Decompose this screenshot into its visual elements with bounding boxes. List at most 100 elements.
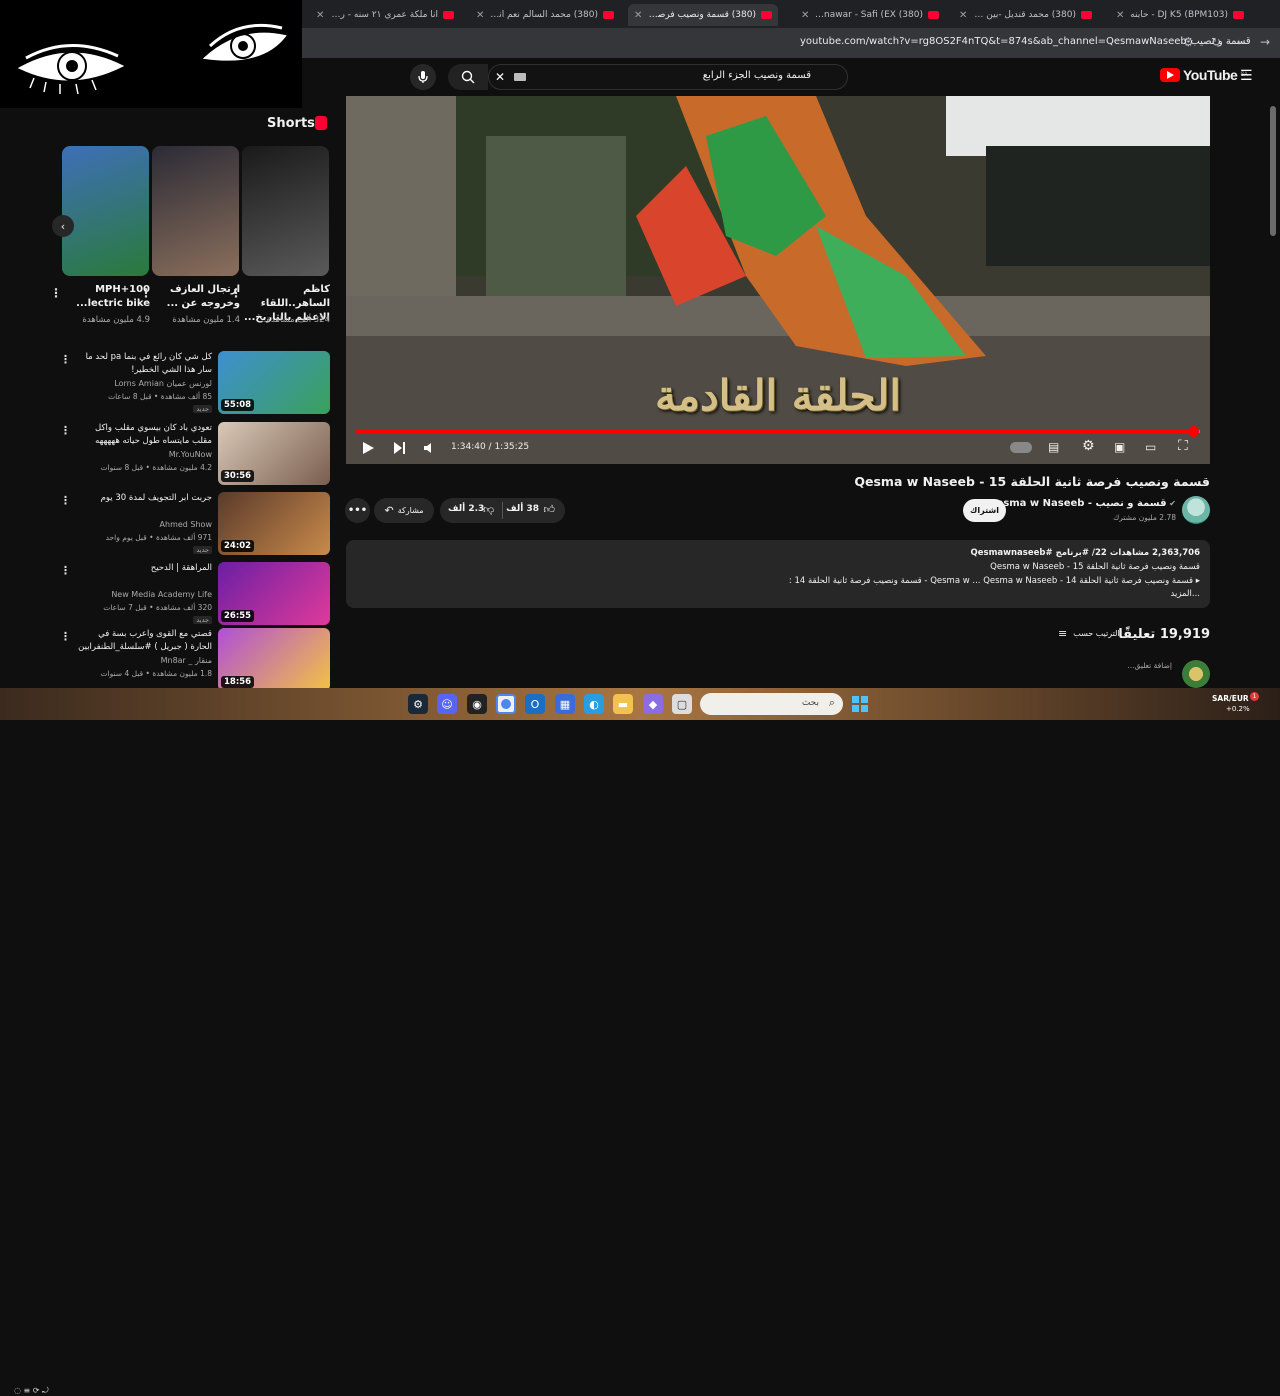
video-meta: 1.8 مليون مشاهدة • قبل 4 سنوات <box>100 669 212 678</box>
page-scrollbar[interactable] <box>1270 96 1276 688</box>
settings-icon[interactable]: ⚙ <box>1082 438 1095 454</box>
search-button[interactable] <box>448 64 488 90</box>
short-thumbnail[interactable] <box>152 146 239 276</box>
video-menu-icon[interactable]: ⋮ <box>60 494 71 507</box>
close-tab-icon[interactable]: ✕ <box>959 10 967 21</box>
close-tab-icon[interactable]: ✕ <box>1116 10 1124 21</box>
recommended-video[interactable]: 30:56 تعودي باد كان بيسوي مقلب واكل مقلب … <box>60 422 330 488</box>
steam-icon[interactable]: ⚙ <box>408 694 428 714</box>
show-more-link[interactable]: ...المزيد <box>1171 589 1201 599</box>
browser-tab[interactable]: (380) قسمة ونصيب فرصة ثانية ✕ <box>628 4 778 26</box>
recommended-video[interactable]: 24:02 جربت ابر التجويف لمدة 30 يوم Ahmed S… <box>60 492 330 558</box>
browser-tab[interactable]: (380) محمد السالم نعم انته - be ✕ <box>470 4 620 26</box>
keyboard-icon[interactable] <box>514 73 526 81</box>
miniplayer-icon[interactable]: ▣ <box>1114 440 1125 454</box>
back-icon[interactable]: → <box>1260 35 1270 49</box>
theater-icon[interactable]: ▭ <box>1145 440 1156 454</box>
like-count[interactable]: 38 ألف <box>506 504 539 514</box>
short-title[interactable]: MPH+100 lectric bike... <box>64 283 150 311</box>
close-tab-icon[interactable]: ✕ <box>316 10 324 21</box>
channel-name[interactable]: New Media Academy Life <box>74 590 212 599</box>
subscribe-button[interactable]: اشتراك <box>963 499 1006 522</box>
windows-start-icon[interactable] <box>850 694 870 714</box>
channel-name[interactable]: Mr.YouNow <box>74 450 212 459</box>
browser-tab[interactable]: (380) محمد قنديل -بين شطين ✕ <box>953 4 1098 26</box>
file-explorer-icon[interactable]: ▬ <box>613 694 633 714</box>
browser-tab[interactable]: (BPM103) DJ K5 - حابنه ✕ <box>1110 4 1250 26</box>
description-box[interactable]: 2,363,706 مشاهدات 22/ #برنامج #Qesmawnas… <box>346 540 1210 608</box>
video-thumbnail[interactable]: 55:08 <box>218 351 330 414</box>
close-tab-icon[interactable]: ✕ <box>476 10 484 21</box>
channel-name-text[interactable]: قسمة و نصيب - Qesma w Naseeb <box>988 498 1166 509</box>
store-icon[interactable]: ▦ <box>555 694 575 714</box>
video-title[interactable]: جربت ابر التجويف لمدة 30 يوم <box>74 492 212 505</box>
video-thumbnail[interactable]: 30:56 <box>218 422 330 485</box>
like-icon[interactable]: 👍︎ <box>544 503 556 516</box>
channel-name[interactable]: Ahmed Show <box>74 520 212 529</box>
progress-bar[interactable] <box>356 426 1200 437</box>
edge-icon[interactable]: ◐ <box>584 694 604 714</box>
sort-comments-button[interactable]: الترتيب حسب ≡ <box>1058 627 1120 640</box>
video-duration: 26:55 <box>221 610 255 622</box>
video-duration: 30:56 <box>221 470 255 482</box>
notification-badge: 1 <box>1250 692 1259 701</box>
github-icon[interactable]: ◉ <box>467 694 487 714</box>
video-menu-icon[interactable]: ⋮ <box>60 564 71 577</box>
currency-widget[interactable]: SAR/EUR <box>1212 694 1249 703</box>
channel-name[interactable]: ✔ قسمة و نصيب - Qesma w Naseeb <box>988 498 1176 509</box>
youtube-logo[interactable]: YouTube SA <box>1160 67 1248 83</box>
short-title[interactable]: ارتجال العازف وخروجه عن ... <box>154 283 240 311</box>
video-title[interactable]: كل شي كان رائع في بنما pa لحد ما سار هذا… <box>74 351 212 377</box>
search-input[interactable]: ✕ قسمة ونصيب الجزء الرابع <box>488 64 848 90</box>
video-title[interactable]: قصتي مع القوى واعرب بسة في الحارة ( جبري… <box>74 628 212 654</box>
taskbar-search[interactable]: ⌕ بحث <box>700 693 843 715</box>
video-title[interactable]: تعودي باد كان بيسوي مقلب واكل مقلب مايتس… <box>74 422 212 448</box>
dislike-icon[interactable]: 👎︎ <box>483 503 494 516</box>
short-thumbnail[interactable] <box>242 146 329 276</box>
short-thumbnail[interactable] <box>62 146 149 276</box>
recommended-video[interactable]: 55:08 كل شي كان رائع في بنما pa لحد ما سا… <box>60 351 330 417</box>
channel-name[interactable]: منقار _ Mn8ar <box>74 656 212 665</box>
video-menu-icon[interactable]: ⋮ <box>60 353 71 366</box>
add-comment-input[interactable]: إضافة تعليق... <box>1127 661 1172 670</box>
chrome-icon[interactable] <box>496 694 516 714</box>
browser-tab[interactable]: (380) Asma Lmnawar - Safi (EX ✕ <box>795 4 945 26</box>
outlook-icon[interactable]: O <box>525 694 545 714</box>
browser-tab[interactable]: انا ملكة عمري ٢١ سنه - راح اوقع ✕ <box>310 4 460 26</box>
recommended-video[interactable]: 26:55 المراهقة | الدحيح New Media Academy … <box>60 562 330 628</box>
shorts-prev-button[interactable]: ‹ <box>52 215 74 237</box>
video-title[interactable]: المراهقة | الدحيح <box>74 562 212 575</box>
channel-name[interactable]: لورنس عميان Lorns Amian <box>74 379 212 388</box>
video-menu-icon[interactable]: ⋮ <box>60 424 71 437</box>
video-meta: 971 ألف مشاهدة • قبل يوم واحد <box>105 533 212 542</box>
scrollbar-thumb[interactable] <box>1270 106 1276 236</box>
play-icon[interactable] <box>362 442 374 454</box>
recommended-video[interactable]: 18:56 قصتي مع القوى واعرب بسة في الحارة (… <box>60 628 330 694</box>
volume-icon[interactable] <box>424 442 436 454</box>
video-thumbnail[interactable]: 24:02 <box>218 492 330 555</box>
video-thumbnail[interactable]: 26:55 <box>218 562 330 625</box>
copilot-icon[interactable]: ◆ <box>643 694 663 714</box>
task-view-icon[interactable]: ▢ <box>672 694 692 714</box>
fullscreen-icon[interactable]: ⛶ <box>1178 438 1188 454</box>
video-player[interactable]: الحلقة القادمة 1:34:40 / 1:35:25 ▤ ⚙ ▣ ▭… <box>346 96 1210 464</box>
video-thumbnail[interactable]: 18:56 <box>218 628 330 691</box>
dislike-count[interactable]: 2.3 ألف <box>448 504 484 514</box>
subtitles-icon[interactable]: ▤ <box>1048 440 1059 454</box>
discord-icon[interactable]: ☺ <box>437 694 457 714</box>
short-menu-icon[interactable]: ⋮ <box>50 286 62 300</box>
clear-search-icon[interactable]: ✕ <box>495 70 505 84</box>
video-menu-icon[interactable]: ⋮ <box>60 630 71 643</box>
voice-search-button[interactable] <box>410 64 436 90</box>
next-icon[interactable] <box>394 442 406 454</box>
close-tab-icon[interactable]: ✕ <box>634 10 642 21</box>
close-tab-icon[interactable]: ✕ <box>801 10 809 21</box>
channel-avatar[interactable] <box>1182 496 1210 524</box>
taskbar-widgets[interactable]: ◌ ≡ ⟳ ⤾ <box>14 1386 49 1396</box>
more-actions-button[interactable]: ••• <box>345 498 370 523</box>
menu-icon[interactable]: ☰ <box>1240 68 1253 84</box>
share-button[interactable]: مشاركة ↶ <box>374 498 434 523</box>
description-stats: 2,363,706 مشاهدات 22/ #برنامج #Qesmawnas… <box>970 548 1200 558</box>
url-text[interactable]: youtube.com/watch?v=rg8OS2F4nTQ&t=874s&a… <box>800 36 1251 47</box>
autoplay-toggle[interactable] <box>1010 442 1032 453</box>
